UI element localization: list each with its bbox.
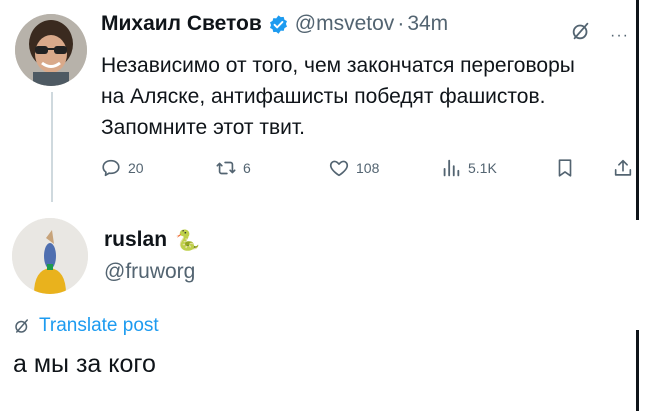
reply-author-handle[interactable]: @fruworg [104, 260, 195, 284]
grok-icon[interactable] [570, 20, 592, 42]
reply-author-name[interactable]: ruslan [104, 228, 167, 252]
snake-emoji: 🐍 [175, 230, 200, 252]
tweet-actions: 20 6 108 5.1K [100, 157, 640, 183]
tweet-header: Михаил Светов @msvetov · 34m [101, 12, 448, 36]
separator-dot: · [397, 12, 405, 35]
like-button[interactable]: 108 [328, 157, 379, 179]
reply-button[interactable]: 20 [100, 157, 144, 179]
repost-button[interactable]: 6 [215, 157, 251, 179]
repost-count: 6 [243, 160, 251, 176]
translate-post-link[interactable]: Translate post [13, 315, 159, 337]
tweet-text: Независимо от того, чем закончатся перег… [101, 54, 575, 139]
views-count: 5.1K [468, 160, 497, 176]
repost-icon [216, 161, 236, 175]
reply-header: ruslan 🐍 [104, 228, 200, 252]
reply-author-avatar[interactable] [12, 218, 88, 294]
more-icon[interactable]: ··· [610, 27, 629, 45]
views-button[interactable]: 5.1K [440, 157, 497, 179]
reply-icon [102, 159, 120, 177]
post-time[interactable]: 34m [407, 12, 448, 36]
bookmark-icon [558, 159, 572, 177]
like-icon [329, 160, 349, 177]
like-count: 108 [356, 160, 380, 176]
thread-line [51, 92, 53, 202]
author-handle[interactable]: @msvetov [295, 12, 395, 36]
reply-count: 20 [128, 160, 144, 176]
edge-bar-top [636, 0, 639, 220]
author-avatar[interactable] [15, 14, 87, 86]
verified-badge-icon [269, 14, 287, 34]
grok-translate-icon [15, 319, 28, 333]
bookmark-button[interactable] [554, 157, 582, 179]
author-name[interactable]: Михаил Светов [101, 12, 262, 36]
views-icon [443, 159, 460, 177]
reply-text: а мы за кого [13, 350, 156, 378]
edge-bar-bottom [636, 330, 639, 411]
share-icon [614, 159, 632, 176]
translate-post-label: Translate post [39, 315, 159, 336]
